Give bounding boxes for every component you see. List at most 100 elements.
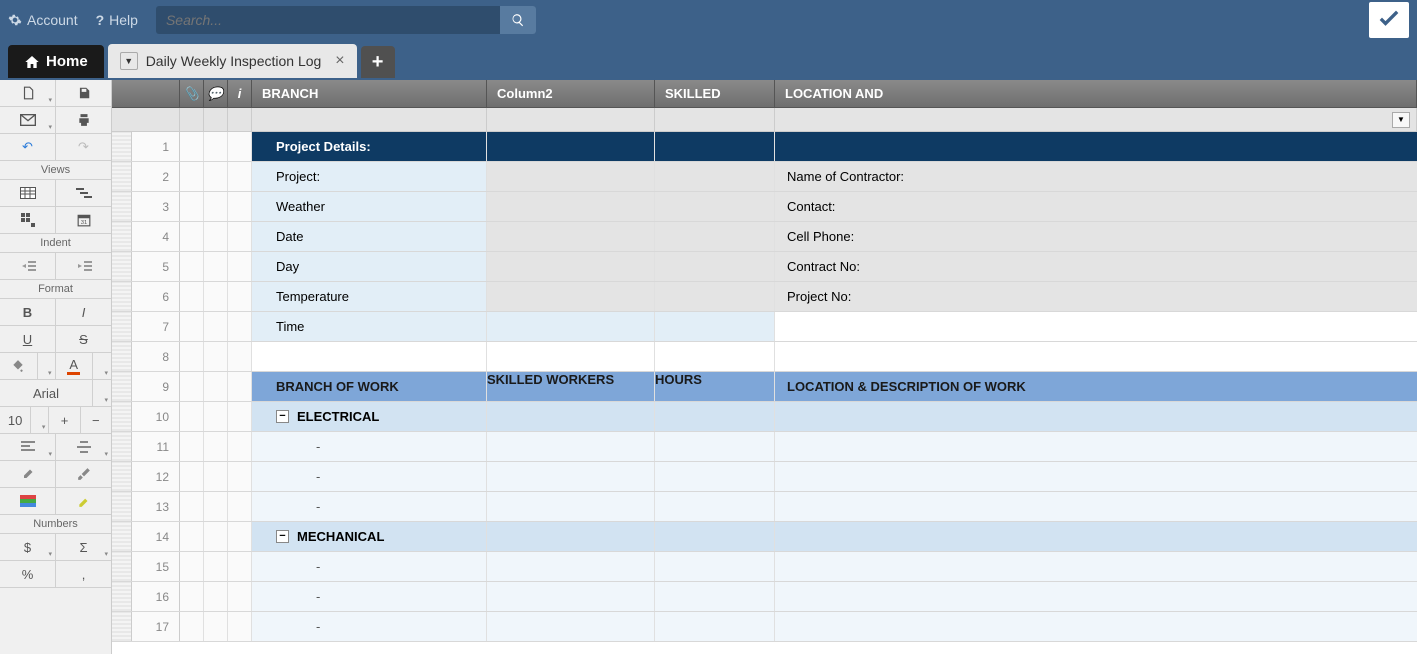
cell-skilled[interactable] [655,222,775,251]
cell-branch[interactable]: - [252,612,487,641]
tab-sheet[interactable]: ▼ Daily Weekly Inspection Log × [108,44,357,78]
help-link[interactable]: ? Help [96,12,138,28]
cell-branch[interactable]: Day [252,252,487,281]
table-row[interactable]: 14 −MECHANICAL [112,522,1417,552]
cell-branch[interactable]: - [252,582,487,611]
cell-location[interactable] [775,402,1417,431]
cell-col2[interactable] [487,552,655,581]
table-row[interactable]: 5DayContract No: [112,252,1417,282]
cell-branch[interactable]: - [252,432,487,461]
row-number[interactable]: 12 [132,462,180,491]
row-icon-cell[interactable] [204,582,228,611]
cell-skilled[interactable] [655,522,775,551]
column-header-branch[interactable]: BRANCH [252,80,487,107]
highlight-button[interactable] [56,488,111,514]
row-icon-cell[interactable] [204,252,228,281]
cell-skilled[interactable] [655,252,775,281]
cell-col2[interactable] [487,522,655,551]
row-icon-cell[interactable] [204,282,228,311]
indent-button[interactable] [56,253,111,279]
attachment-column-header[interactable]: 📎 [180,80,204,107]
row-number[interactable]: 15 [132,552,180,581]
cell-skilled[interactable] [655,402,775,431]
table-row[interactable]: 1Project Details: [112,132,1417,162]
row-icon-cell[interactable] [204,402,228,431]
row-icon-cell[interactable] [228,132,252,161]
row-number[interactable]: 7 [132,312,180,341]
cell-col2[interactable] [487,492,655,521]
table-row[interactable]: 17- [112,612,1417,642]
cell-skilled[interactable] [655,492,775,521]
cell-location[interactable]: Name of Contractor: [775,162,1417,191]
cell-col2[interactable] [487,162,655,191]
cell-skilled[interactable] [655,282,775,311]
v-align-button[interactable] [56,434,111,460]
row-icon-cell[interactable] [228,492,252,521]
tab-add-button[interactable]: + [361,46,395,78]
cell-branch[interactable]: - [252,492,487,521]
row-icon-cell[interactable] [180,612,204,641]
collapse-toggle[interactable]: − [276,530,289,543]
row-icon-cell[interactable] [204,372,228,401]
cell-branch[interactable]: Time [252,312,487,341]
cell-location[interactable] [775,312,1417,341]
underline-button[interactable]: U [0,326,56,352]
cell-location[interactable] [775,342,1417,371]
table-row[interactable]: 2Project:Name of Contractor: [112,162,1417,192]
cell-col2[interactable] [487,222,655,251]
corner-cell[interactable] [112,80,180,107]
row-number[interactable]: 2 [132,162,180,191]
row-icon-cell[interactable] [204,132,228,161]
row-icon-cell[interactable] [180,522,204,551]
cell-branch[interactable]: Project Details: [252,132,487,161]
font-dropdown[interactable] [93,380,111,406]
row-icon-cell[interactable] [204,522,228,551]
tab-dropdown[interactable]: ▼ [120,52,138,70]
cell-branch[interactable]: - [252,552,487,581]
cell-branch[interactable]: Weather [252,192,487,221]
cell-branch[interactable]: Date [252,222,487,251]
row-icon-cell[interactable] [228,252,252,281]
table-row[interactable]: 9BRANCH OF WORKSKILLED WORKERSHOURSLOCAT… [112,372,1417,402]
cell-col2[interactable] [487,312,655,341]
cell-skilled[interactable] [655,312,775,341]
row-icon-cell[interactable] [204,612,228,641]
cell-col2[interactable] [487,432,655,461]
table-row[interactable]: 8 [112,342,1417,372]
row-icon-cell[interactable] [180,432,204,461]
gantt-view-button[interactable] [56,180,111,206]
table-row[interactable]: 7 Time [112,312,1417,342]
cell-skilled[interactable] [655,462,775,491]
sum-button[interactable]: Σ [56,534,111,560]
row-icon-cell[interactable] [228,582,252,611]
row-icon-cell[interactable] [204,312,228,341]
format-painter-button[interactable] [56,461,111,487]
row-number[interactable]: 4 [132,222,180,251]
cell-location[interactable] [775,462,1417,491]
cell-col2[interactable] [487,132,655,161]
cell-col2[interactable] [487,342,655,371]
row-icon-cell[interactable] [228,372,252,401]
cell-location[interactable] [775,612,1417,641]
row-number[interactable]: 14 [132,522,180,551]
column-header-location[interactable]: LOCATION AND [775,80,1417,107]
table-row[interactable]: 15 - [112,552,1417,582]
cell-col2[interactable] [487,582,655,611]
row-icon-cell[interactable] [180,132,204,161]
cell-branch[interactable]: −MECHANICAL [252,522,487,551]
table-row[interactable]: 11- [112,432,1417,462]
search-input[interactable] [156,12,500,28]
table-row[interactable]: 3WeatherContact: [112,192,1417,222]
row-icon-cell[interactable] [180,552,204,581]
clear-format-button[interactable] [0,461,56,487]
row-icon-cell[interactable] [180,252,204,281]
row-icon-cell[interactable] [228,612,252,641]
row-icon-cell[interactable] [180,492,204,521]
save-button[interactable] [56,80,111,106]
file-button[interactable] [0,80,56,106]
row-number[interactable]: 8 [132,342,180,371]
row-icon-cell[interactable] [180,162,204,191]
row-number[interactable]: 6 [132,282,180,311]
row-icon-cell[interactable] [204,222,228,251]
currency-button[interactable]: $ [0,534,56,560]
